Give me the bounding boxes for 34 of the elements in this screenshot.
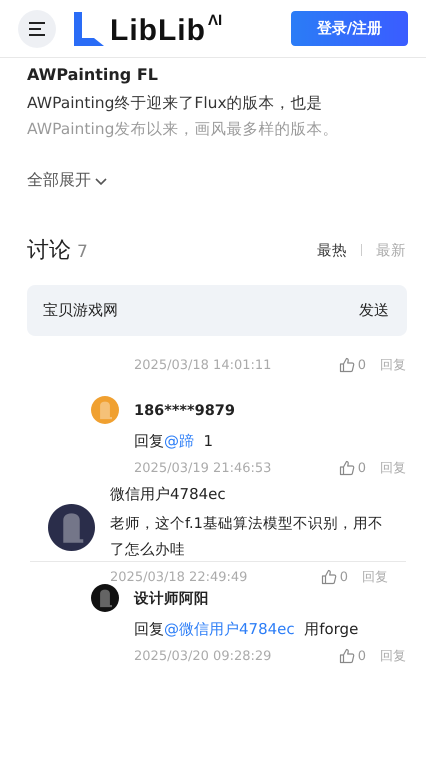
comment-author: 微信用户4784ec xyxy=(110,484,227,505)
comment-time: 2025/03/19 21:46:53 xyxy=(134,460,272,476)
reply-button[interactable]: 回复 xyxy=(362,568,388,586)
like-button[interactable]: 0 xyxy=(338,648,366,664)
comment-time: 2025/03/18 14:01:11 xyxy=(134,358,272,372)
reply-button[interactable]: 回复 xyxy=(380,356,406,374)
comment-input[interactable]: 宝贝游戏网 发送 xyxy=(27,285,407,336)
comment-text: 老师，这个f.1基础算法模型不识别，用不了怎么办哇 xyxy=(110,515,384,560)
like-button[interactable]: 0 xyxy=(320,569,348,585)
logo-text: LibLib xyxy=(110,16,206,46)
menu-button[interactable] xyxy=(18,10,56,48)
expand-button[interactable]: 全部展开 xyxy=(27,170,108,191)
comment-author: 设计师阿阳 xyxy=(134,590,210,609)
comment-text: 回复@微信用户4784ec 用forge xyxy=(134,619,360,640)
discussion-title: 讨论 xyxy=(27,237,71,265)
reply-button[interactable]: 回复 xyxy=(380,459,406,477)
comment-time: 2025/03/18 22:49:49 xyxy=(110,570,248,584)
chevron-down-icon xyxy=(94,176,108,186)
menu-icon xyxy=(28,22,46,36)
article-title: AWPainting FL xyxy=(27,64,159,86)
like-button[interactable]: 0 xyxy=(338,357,366,373)
comment-count: 7 xyxy=(77,242,88,262)
comment-author: 186****9879 xyxy=(134,402,236,421)
like-button[interactable]: 0 xyxy=(338,460,366,476)
login-button[interactable]: 登录/注册 xyxy=(291,11,408,46)
send-button[interactable]: 发送 xyxy=(359,301,389,320)
mention-link[interactable]: @蹄 xyxy=(164,432,194,450)
comment-text: 回复@蹄 1 xyxy=(134,431,214,452)
sort-tab[interactable]: 最热 xyxy=(317,240,347,260)
comment-time: 2025/03/20 09:28:29 xyxy=(134,648,272,664)
sort-tab[interactable]: 最新 xyxy=(376,240,406,260)
mention-link[interactable]: @微信用户4784ec xyxy=(164,620,295,638)
reply-button[interactable]: 回复 xyxy=(380,647,406,665)
logo-text: ΛI xyxy=(208,12,222,28)
